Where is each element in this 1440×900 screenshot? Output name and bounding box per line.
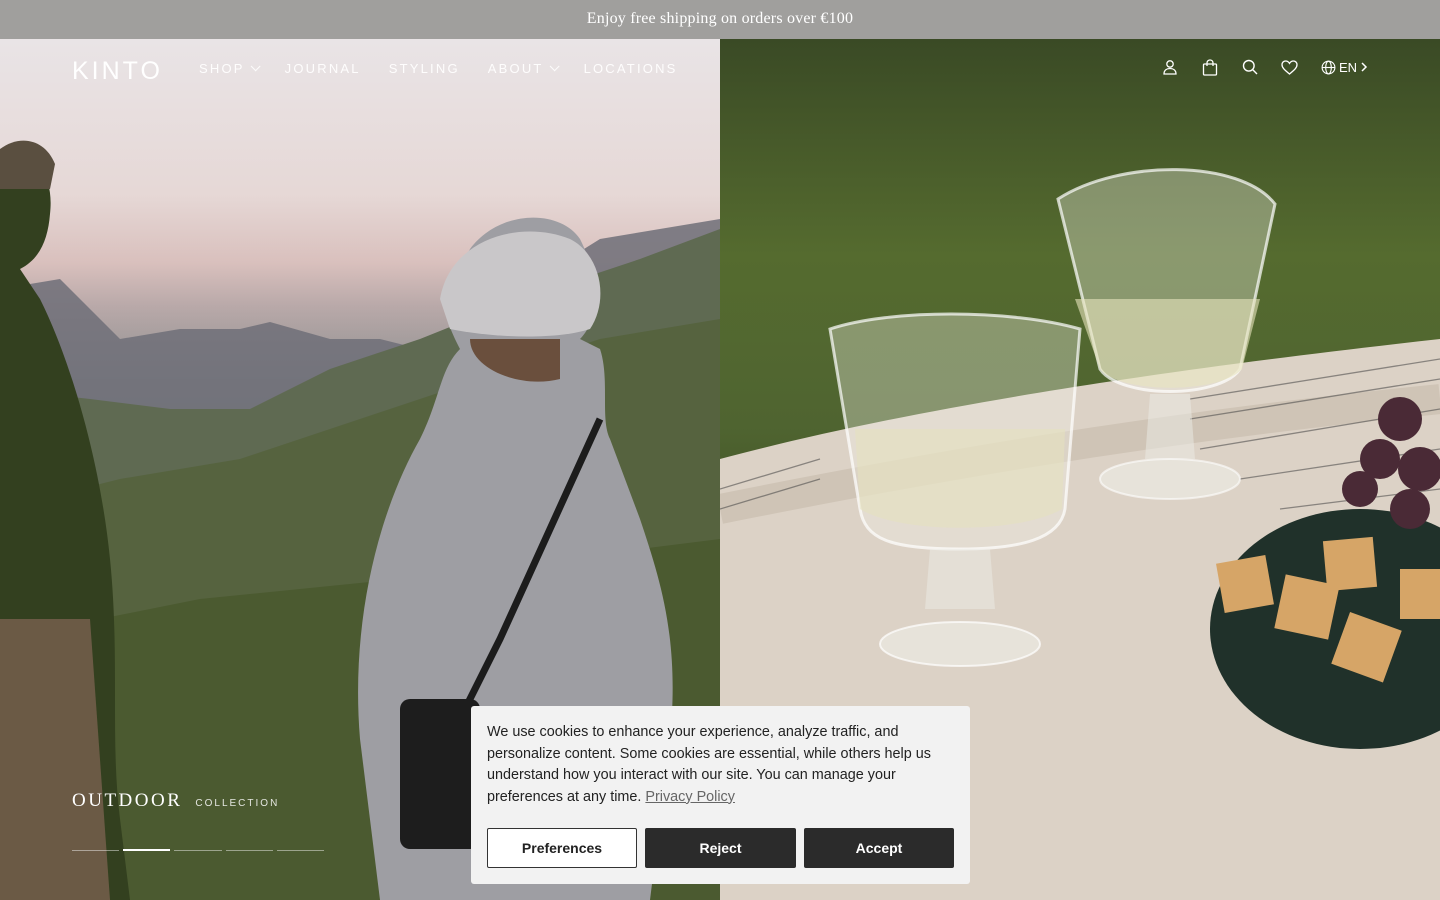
slide-indicator[interactable] — [72, 850, 120, 851]
slide-indicator[interactable] — [225, 850, 273, 851]
header-icons: EN — [1161, 58, 1368, 76]
slide-indicator[interactable] — [174, 850, 222, 851]
main-navigation: KINTO SHOP JOURNAL STYLING ABOUT LOCATIO… — [0, 39, 1440, 99]
nav-item-about[interactable]: ABOUT — [487, 61, 560, 76]
nav-item-label: ABOUT — [487, 61, 544, 76]
privacy-policy-link[interactable]: Privacy Policy — [645, 789, 735, 805]
announcement-text: Enjoy free shipping on orders over €100 — [586, 10, 854, 27]
chevron-right-icon — [1361, 62, 1368, 72]
cookie-message: We use cookies to enhance your experienc… — [487, 722, 954, 808]
nav-item-journal[interactable]: JOURNAL — [285, 61, 361, 76]
reject-button[interactable]: Reject — [645, 828, 796, 868]
nav-item-locations[interactable]: LOCATIONS — [584, 61, 678, 76]
chevron-down-icon — [549, 61, 560, 72]
collection-subtitle: COLLECTION — [195, 798, 280, 809]
nav-item-label: STYLING — [388, 61, 460, 76]
cookie-actions: Preferences Reject Accept — [487, 828, 954, 868]
nav-item-shop[interactable]: SHOP — [199, 61, 261, 76]
nav-menu: SHOP JOURNAL STYLING ABOUT LOCATIONS — [199, 61, 706, 76]
announcement-bar: Enjoy free shipping on orders over €100 — [0, 0, 1440, 39]
preferences-button[interactable]: Preferences — [487, 828, 637, 868]
search-icon[interactable] — [1241, 58, 1259, 76]
nav-item-label: JOURNAL — [284, 61, 361, 76]
wishlist-icon[interactable] — [1281, 58, 1299, 76]
chevron-down-icon — [250, 61, 261, 72]
nav-item-styling[interactable]: STYLING — [389, 61, 460, 76]
nav-item-label: SHOP — [199, 61, 245, 76]
kinto-logo[interactable]: KINTO — [72, 57, 163, 86]
globe-icon — [1321, 60, 1336, 74]
bag-icon[interactable] — [1201, 58, 1219, 76]
collection-title: OUTDOOR — [72, 790, 183, 811]
hero-collection-label[interactable]: OUTDOOR COLLECTION — [72, 790, 279, 812]
cookie-banner: We use cookies to enhance your experienc… — [471, 706, 970, 884]
language-selector[interactable]: EN — [1321, 60, 1368, 75]
account-icon[interactable] — [1161, 58, 1179, 76]
slide-indicator-active[interactable] — [123, 849, 171, 851]
accept-button[interactable]: Accept — [804, 828, 954, 868]
nav-item-label: LOCATIONS — [583, 61, 678, 76]
language-label: EN — [1338, 59, 1357, 75]
slide-indicator[interactable] — [276, 850, 325, 851]
slideshow-progress — [72, 849, 328, 851]
